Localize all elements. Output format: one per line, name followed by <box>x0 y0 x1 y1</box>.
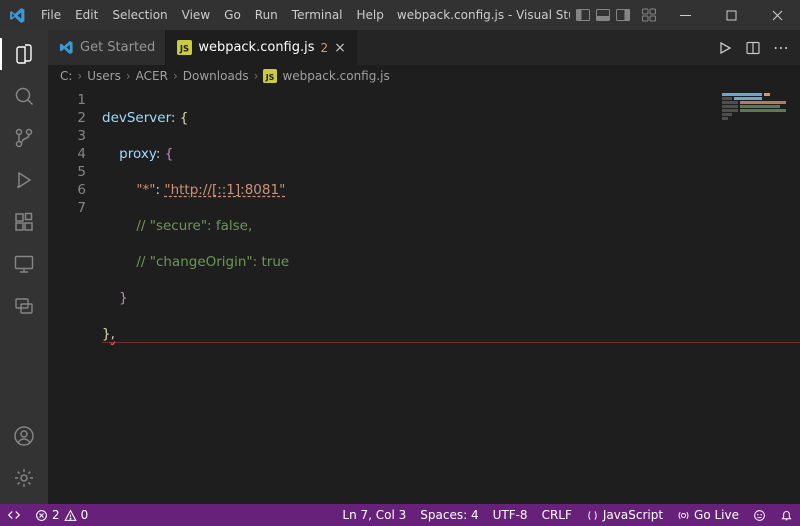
status-notifications[interactable] <box>773 504 800 526</box>
breadcrumb-seg[interactable]: Users <box>87 69 121 83</box>
status-language-label: JavaScript <box>603 508 663 522</box>
maximize-button[interactable] <box>708 0 754 30</box>
customize-layout-icon[interactable] <box>640 6 658 24</box>
activity-settings[interactable] <box>0 458 48 498</box>
activity-extensions[interactable] <box>0 202 48 242</box>
activity-debug[interactable] <box>0 160 48 200</box>
activity-search[interactable] <box>0 76 48 116</box>
layout-left-icon[interactable] <box>574 6 592 24</box>
run-icon[interactable] <box>716 39 734 57</box>
vscode-icon <box>58 40 74 56</box>
token-property: devServer <box>102 110 171 126</box>
activity-remote-explorer[interactable] <box>0 244 48 284</box>
status-problems[interactable]: 2 0 <box>28 504 95 526</box>
token-brace: } <box>119 290 128 306</box>
tab-label: webpack.config.js <box>198 40 314 55</box>
svg-text:JS: JS <box>179 44 189 54</box>
token-punc: : <box>156 146 161 162</box>
status-language[interactable]: JavaScript <box>579 504 670 526</box>
chevron-right-icon: › <box>173 69 178 83</box>
activity-scm[interactable] <box>0 118 48 158</box>
status-spaces[interactable]: Spaces: 4 <box>413 504 485 526</box>
menu-help[interactable]: Help <box>350 0 391 30</box>
activity-account[interactable] <box>0 416 48 456</box>
activity-live-share[interactable] <box>0 286 48 326</box>
status-feedback[interactable] <box>746 504 773 526</box>
window-title: webpack.config.js - Visual Studio Code <box>391 8 570 22</box>
vscode-logo <box>0 7 34 24</box>
menu-selection[interactable]: Selection <box>105 0 174 30</box>
chevron-right-icon: › <box>126 69 131 83</box>
token-punc: : <box>171 110 176 126</box>
menu-file[interactable]: File <box>34 0 68 30</box>
line-numbers: 1 2 3 4 5 6 7 <box>48 87 102 504</box>
tab-get-started[interactable]: Get Started <box>48 30 166 65</box>
token-property: proxy <box>119 146 156 162</box>
layout-right-icon[interactable] <box>614 6 632 24</box>
token-string: "*" <box>136 182 155 198</box>
status-cursor[interactable]: Ln 7, Col 3 <box>335 504 413 526</box>
menu-run[interactable]: Run <box>248 0 285 30</box>
token-error: , <box>111 326 115 342</box>
token-brace: { <box>165 146 174 162</box>
token-punc: : <box>156 182 161 198</box>
menu-edit[interactable]: Edit <box>68 0 105 30</box>
status-eol[interactable]: CRLF <box>535 504 579 526</box>
breadcrumb[interactable]: C: › Users › ACER › Downloads › JS webpack.c… <box>48 65 800 87</box>
js-file-icon: JS <box>263 69 277 83</box>
menu-go[interactable]: Go <box>217 0 248 30</box>
tab-close-icon[interactable]: × <box>334 41 346 55</box>
tab-webpack-config[interactable]: JS webpack.config.js 2 × <box>166 30 357 65</box>
status-go-live-label: Go Live <box>694 508 739 522</box>
more-icon[interactable]: ⋯ <box>772 39 790 57</box>
menu-terminal[interactable]: Terminal <box>285 0 350 30</box>
breadcrumb-seg[interactable]: Downloads <box>183 69 249 83</box>
breadcrumb-seg[interactable]: C: <box>60 69 72 83</box>
menubar: File Edit Selection View Go Run Terminal… <box>34 0 391 30</box>
svg-text:JS: JS <box>265 73 275 82</box>
warning-count: 0 <box>81 508 89 522</box>
split-editor-icon[interactable] <box>744 39 762 57</box>
chevron-right-icon: › <box>254 69 259 83</box>
token-string-url: "http://[::1]:8081" <box>164 182 285 198</box>
breadcrumb-seg[interactable]: webpack.config.js <box>282 69 389 83</box>
token-comment: // "changeOrigin": true <box>136 254 289 270</box>
menu-view[interactable]: View <box>175 0 217 30</box>
token-brace: { <box>180 110 189 126</box>
activity-explorer[interactable] <box>0 34 48 74</box>
tab-dirty-count: 2 <box>321 41 329 55</box>
token-comment: // "secure": false, <box>136 218 252 234</box>
code-editor[interactable]: devServer: { proxy: { "*": "http://[::1]… <box>102 87 800 504</box>
minimap[interactable] <box>722 93 798 121</box>
status-go-live[interactable]: Go Live <box>670 504 746 526</box>
minimize-button[interactable] <box>662 0 708 30</box>
close-button[interactable] <box>754 0 800 30</box>
breadcrumb-seg[interactable]: ACER <box>136 69 168 83</box>
error-count: 2 <box>52 508 60 522</box>
layout-bottom-icon[interactable] <box>594 6 612 24</box>
chevron-right-icon: › <box>77 69 82 83</box>
tab-label: Get Started <box>80 40 155 55</box>
status-encoding[interactable]: UTF-8 <box>486 504 535 526</box>
token-brace: } <box>102 326 111 342</box>
status-remote[interactable] <box>0 504 28 526</box>
js-file-icon: JS <box>176 40 192 56</box>
